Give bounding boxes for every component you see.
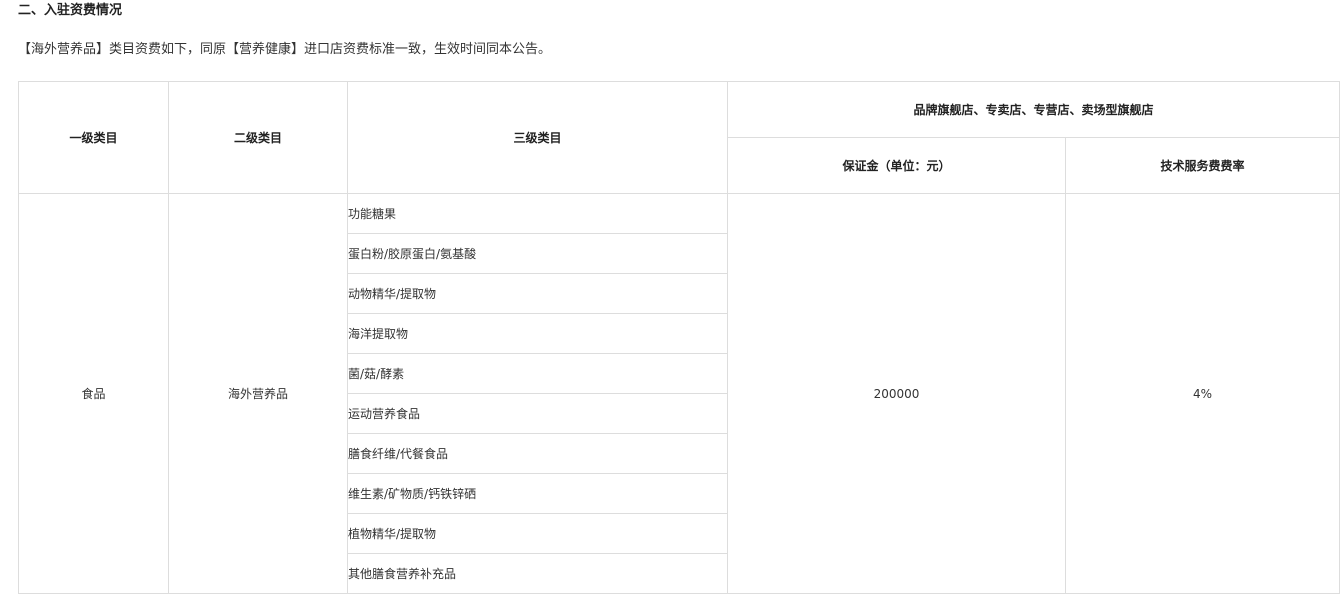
cell-level2: 海外营养品	[168, 193, 348, 594]
cell-level3-item: 功能糖果	[347, 193, 728, 234]
cell-level3-item: 动物精华/提取物	[347, 273, 728, 314]
cell-level3-item: 维生素/矿物质/钙铁锌硒	[347, 473, 728, 514]
header-deposit: 保证金（单位：元）	[727, 137, 1066, 194]
cell-level3-item: 菌/菇/酵素	[347, 353, 728, 394]
header-store-types: 品牌旗舰店、专卖店、专营店、卖场型旗舰店	[726, 81, 1341, 138]
header-level1: 一级类目	[18, 81, 169, 194]
cell-level3-item: 海洋提取物	[347, 313, 728, 354]
cell-deposit: 200000	[727, 193, 1066, 594]
cell-service-rate: 4%	[1064, 193, 1341, 594]
fee-table: 一级类目 二级类目 三级类目 品牌旗舰店、专卖店、专营店、卖场型旗舰店 保证金（…	[18, 81, 1341, 594]
cell-level1: 食品	[18, 193, 169, 594]
header-level3: 三级类目	[347, 81, 728, 194]
cell-level3-item: 运动营养食品	[347, 393, 728, 434]
section-title: 二、入驻资费情况	[18, 3, 123, 18]
cell-level3-item: 其他膳食营养补充品	[347, 553, 728, 594]
header-level2: 二级类目	[168, 81, 348, 194]
cell-level3-item: 膳食纤维/代餐食品	[347, 433, 728, 474]
cell-level3-item: 植物精华/提取物	[347, 513, 728, 554]
table-body: 食品 海外营养品 功能糖果 200000 4% 蛋白粉/胶原蛋白/氨基酸 动物精…	[18, 193, 1341, 594]
intro-text: 【海外营养品】类目资费如下，同原【营养健康】进口店资费标准一致，生效时间同本公告…	[18, 42, 552, 57]
cell-level3-item: 蛋白粉/胶原蛋白/氨基酸	[347, 233, 728, 274]
table-row: 食品 海外营养品 功能糖果 200000 4%	[18, 193, 1341, 594]
header-service-rate: 技术服务费费率	[1064, 137, 1341, 194]
